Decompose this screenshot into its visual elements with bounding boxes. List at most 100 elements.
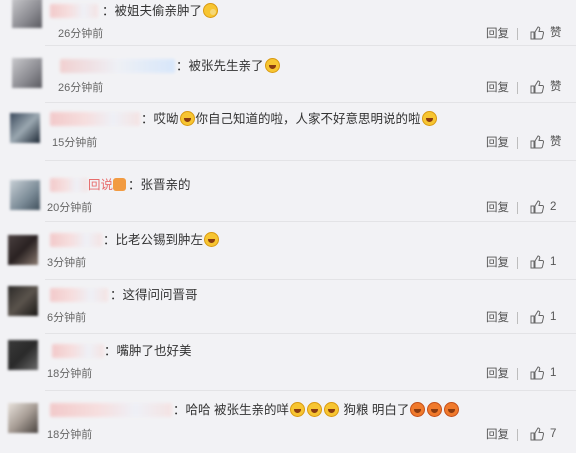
- comment-text: ：被张先生亲了: [176, 58, 281, 74]
- reply-button[interactable]: 回复: [486, 256, 509, 270]
- comment-text-part: ：张晋亲的: [128, 178, 191, 192]
- emoji-icon: [203, 3, 219, 18]
- username-blurred[interactable]: [50, 403, 172, 417]
- divider-vertical: [517, 82, 518, 94]
- reply-button[interactable]: 回复: [486, 136, 509, 150]
- comment-text: ：嘴肿了也好美: [104, 343, 192, 359]
- emoji-icon: [204, 232, 220, 247]
- divider-vertical: [517, 312, 518, 324]
- thumbs-up-icon: [530, 200, 544, 214]
- like-count: 7: [550, 428, 557, 440]
- divider-vertical: [517, 202, 518, 214]
- like-count: 赞: [550, 27, 562, 39]
- like-button[interactable]: 2: [530, 200, 556, 214]
- like-button[interactable]: 赞: [530, 80, 562, 94]
- comment-row: ：哎呦 你自己知道的啦，人家不好意思明说的啦 15分钟前 回复 赞: [0, 103, 576, 158]
- divider-vertical: [517, 257, 518, 269]
- avatar[interactable]: [12, 0, 42, 28]
- comment-time: 3分钟前: [47, 257, 87, 269]
- avatar[interactable]: [8, 403, 38, 433]
- comment-text: ：哎呦 你自己知道的啦，人家不好意思明说的啦: [141, 111, 438, 127]
- emoji-icon: [444, 402, 460, 417]
- comment-text-part: ：哎呦: [141, 112, 179, 126]
- like-button[interactable]: 1: [530, 366, 556, 380]
- emoji-icon: [323, 402, 339, 417]
- reply-button[interactable]: 回复: [486, 428, 509, 442]
- comment-text-part: ：这得问问晋哥: [110, 288, 198, 302]
- comment-row: ：比老公锡到肿左 3分钟前 回复 1: [0, 222, 576, 280]
- thumbs-up-icon: [530, 26, 544, 40]
- divider-vertical: [517, 137, 518, 149]
- vip-badge-icon: [113, 178, 127, 191]
- avatar[interactable]: [8, 340, 38, 370]
- username-blurred[interactable]: [52, 344, 104, 358]
- comment-text: ：比老公锡到肿左: [103, 232, 220, 248]
- reply-button[interactable]: 回复: [486, 367, 509, 381]
- emoji-icon: [264, 58, 280, 73]
- divider-vertical: [517, 368, 518, 380]
- like-count: 1: [550, 256, 557, 268]
- emoji-icon: [289, 402, 305, 417]
- avatar[interactable]: [10, 113, 40, 143]
- comment-time: 6分钟前: [47, 312, 87, 324]
- comment-text: ：哈哈 被张生亲的咩 狗粮 明白了: [173, 402, 460, 418]
- reply-button[interactable]: 回复: [486, 27, 509, 41]
- reply-button[interactable]: 回复: [486, 81, 509, 95]
- emoji-icon: [306, 402, 322, 417]
- like-button[interactable]: 赞: [530, 135, 562, 149]
- reply-button[interactable]: 回复: [486, 201, 509, 215]
- comment-text-part: ：被张先生亲了: [176, 59, 264, 73]
- comment-text: ：被姐夫偷亲肿了: [102, 3, 219, 19]
- username-blurred[interactable]: [60, 59, 175, 73]
- comment-row: 回说 ：张晋亲的 20分钟前 回复 2: [0, 161, 576, 219]
- emoji-icon: [410, 402, 426, 417]
- username-blurred[interactable]: [50, 178, 88, 192]
- comment-time: 18分钟前: [47, 429, 93, 441]
- divider-vertical: [517, 28, 518, 40]
- username-blurred[interactable]: [50, 233, 102, 247]
- comment-time: 15分钟前: [52, 137, 98, 149]
- comment-text-part: ：比老公锡到肿左: [103, 233, 204, 247]
- comment-text-part: 狗粮 明白了: [339, 403, 410, 417]
- like-count: 2: [550, 201, 557, 213]
- thumbs-up-icon: [530, 255, 544, 269]
- comment-time: 20分钟前: [47, 202, 93, 214]
- username-tail[interactable]: 回说: [88, 178, 113, 192]
- comment-text-part: ：哈哈 被张生亲的咩: [173, 403, 289, 417]
- comment-text-part: 你自己知道的啦，人家不好意思明说的啦: [195, 112, 421, 126]
- thumbs-up-icon: [530, 366, 544, 380]
- username-blurred[interactable]: [50, 4, 98, 18]
- row-divider: [45, 45, 576, 46]
- comment-time: 26分钟前: [58, 28, 104, 40]
- comment-row: ：被张先生亲了 26分钟前 回复 赞: [0, 50, 576, 103]
- reply-button[interactable]: 回复: [486, 311, 509, 325]
- thumbs-up-icon: [530, 310, 544, 324]
- like-button[interactable]: 1: [530, 255, 556, 269]
- like-count: 1: [550, 311, 557, 323]
- avatar[interactable]: [12, 58, 42, 88]
- comment-text: 回说 ：张晋亲的: [88, 177, 191, 193]
- comment-time: 26分钟前: [58, 82, 104, 94]
- comment-row: ：被姐夫偷亲肿了 26分钟前 回复 赞: [0, 0, 576, 45]
- like-count: 赞: [550, 136, 562, 148]
- username-blurred[interactable]: [50, 288, 108, 302]
- comment-text-part: ：被姐夫偷亲肿了: [102, 4, 203, 18]
- avatar[interactable]: [8, 235, 38, 265]
- comment-time: 18分钟前: [47, 368, 93, 380]
- emoji-icon: [421, 111, 437, 126]
- thumbs-up-icon: [530, 135, 544, 149]
- like-button[interactable]: 7: [530, 427, 556, 441]
- like-button[interactable]: 1: [530, 310, 556, 324]
- comment-text-part: ：嘴肿了也好美: [104, 344, 192, 358]
- comment-text: ：这得问问晋哥: [110, 287, 198, 303]
- emoji-icon: [179, 111, 195, 126]
- comment-row: ：哈哈 被张生亲的咩 狗粮 明白了 18分钟前 回复 7: [0, 391, 576, 453]
- like-button[interactable]: 赞: [530, 26, 562, 40]
- like-count: 1: [550, 367, 557, 379]
- username-blurred[interactable]: [50, 112, 140, 126]
- avatar[interactable]: [8, 286, 38, 316]
- comment-row: ：这得问问晋哥 6分钟前 回复 1: [0, 280, 576, 332]
- avatar[interactable]: [10, 180, 40, 210]
- thumbs-up-icon: [530, 80, 544, 94]
- emoji-icon: [427, 402, 443, 417]
